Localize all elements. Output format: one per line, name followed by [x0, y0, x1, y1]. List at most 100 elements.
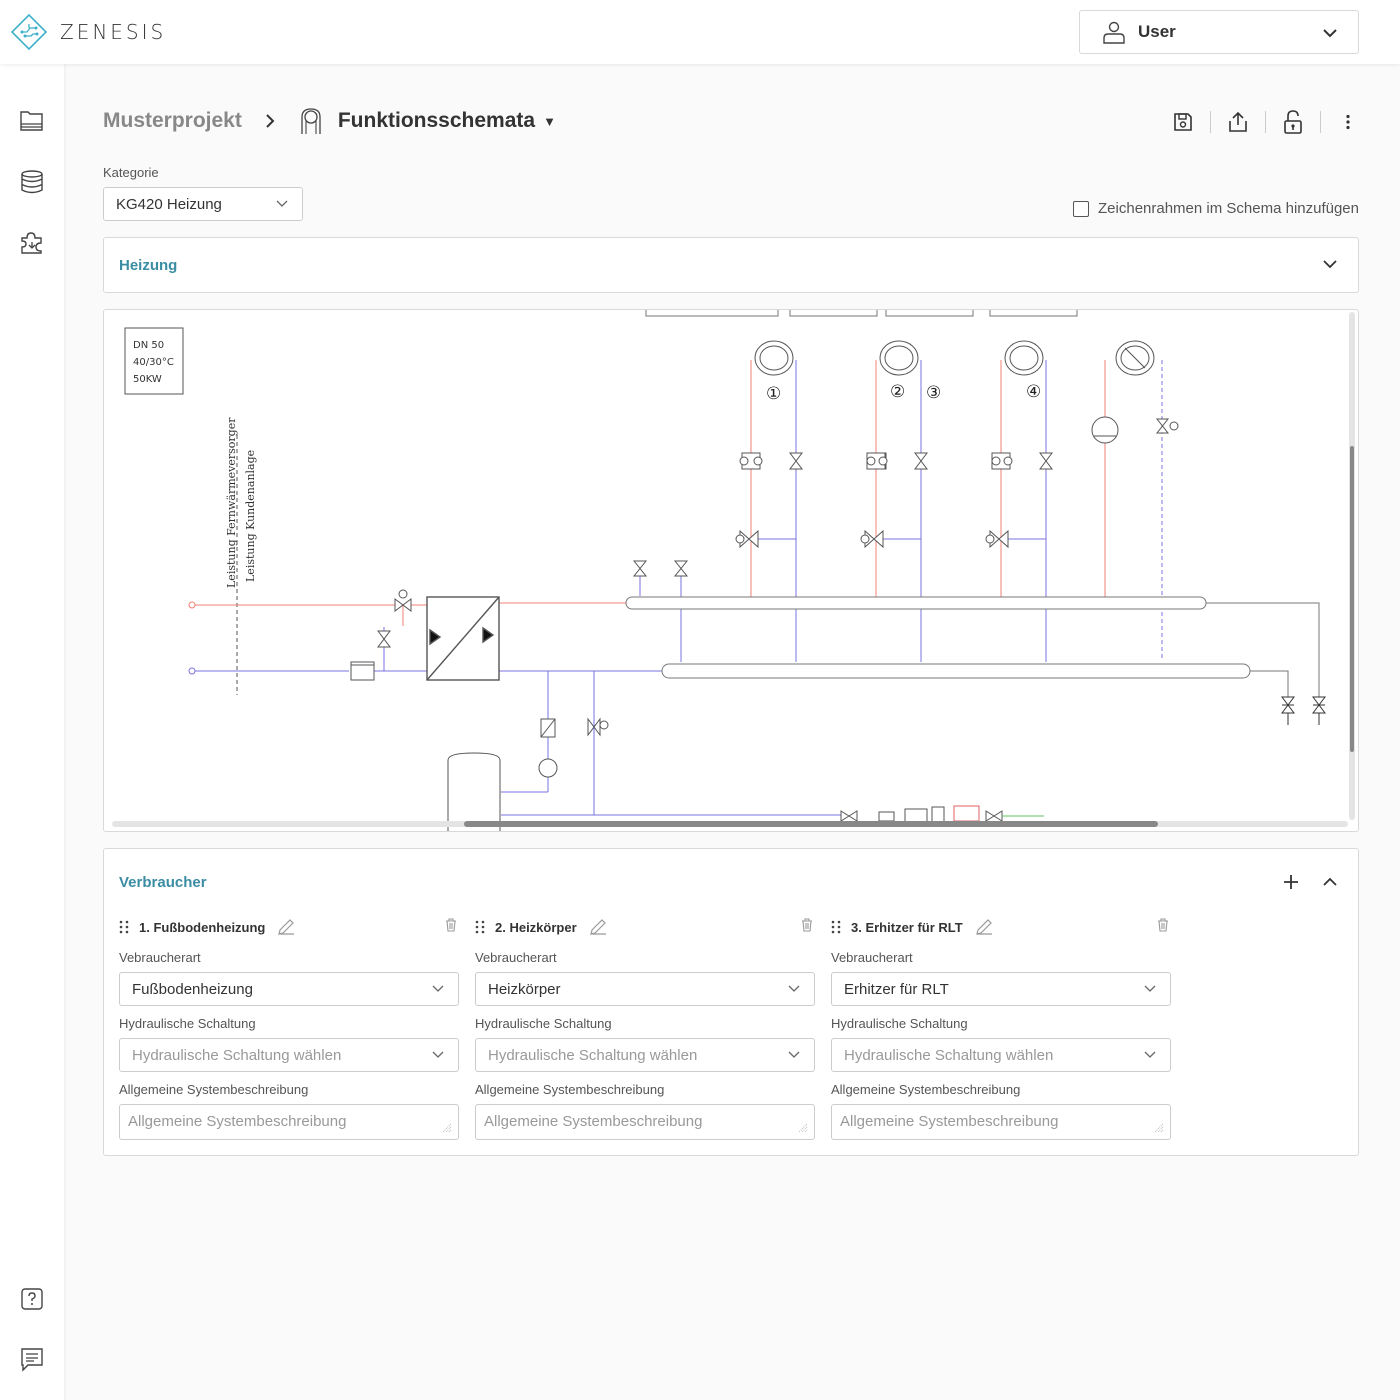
hydraulic-select[interactable]: Hydraulische Schaltung wählen	[831, 1038, 1171, 1072]
vertical-label: Leistung Fernwärmeversorger	[225, 417, 238, 588]
return-pipes	[192, 360, 1047, 816]
chevron-down-icon	[788, 1051, 800, 1058]
breadcrumb-current[interactable]: Funktionsschemata	[338, 109, 535, 133]
hydraulic-schema[interactable]: DN 50 40/30°C 50KW Leistung Fernwärmever…	[104, 310, 1359, 832]
consumer-type-select[interactable]: Erhitzer für RLT	[831, 972, 1171, 1006]
logo-icon	[10, 13, 48, 51]
hydraulic-select[interactable]: Hydraulische Schaltung wählen	[119, 1038, 459, 1072]
consumer-title: 3. Erhitzer für RLT	[851, 919, 963, 935]
circuit-number: ④	[1026, 382, 1041, 402]
consumer-type-value: Erhitzer für RLT	[844, 980, 949, 998]
description-textarea[interactable]: Allgemeine Systembeschreibung	[119, 1104, 459, 1140]
chevron-up-icon[interactable]	[1323, 877, 1337, 887]
description-placeholder: Allgemeine Systembeschreibung	[128, 1113, 347, 1130]
caret-down-icon[interactable]: ▼	[543, 114, 556, 129]
description-textarea[interactable]: Allgemeine Systembeschreibung	[831, 1104, 1171, 1140]
circuit-fittings	[735, 416, 1179, 549]
return-connection	[188, 667, 196, 675]
edit-icon[interactable]	[277, 918, 295, 936]
circuit-number: ③	[926, 383, 941, 403]
frame-checkbox-row[interactable]: Zeichenrahmen im Schema hinzufügen	[1073, 200, 1359, 217]
heizung-title: Heizung	[119, 257, 178, 274]
hydraulic-label: Hydraulische Schaltung	[831, 1016, 968, 1031]
trash-icon[interactable]	[1157, 918, 1169, 932]
frame-checkbox[interactable]	[1073, 200, 1090, 217]
chevron-down-icon[interactable]	[1323, 259, 1337, 269]
more-options-button[interactable]	[1336, 110, 1360, 134]
chevron-right-icon	[266, 114, 275, 128]
supply-pipes	[192, 360, 1106, 626]
drain-valves	[1281, 696, 1326, 725]
trash-icon[interactable]	[801, 918, 813, 932]
hydraulic-placeholder: Hydraulische Schaltung wählen	[844, 1046, 1054, 1064]
clipped-label-boxes	[645, 310, 1078, 317]
consumer-type-select[interactable]: Heizkörper	[475, 972, 815, 1006]
drag-handle-icon[interactable]	[475, 920, 485, 934]
save-button[interactable]	[1171, 110, 1195, 134]
brand-logo[interactable]: ZENESIS	[10, 13, 166, 51]
hydraulic-label: Hydraulische Schaltung	[475, 1016, 612, 1031]
drag-handle-icon[interactable]	[119, 920, 129, 934]
description-label: Allgemeine Systembeschreibung	[831, 1082, 1021, 1097]
chevron-down-icon	[1323, 29, 1337, 38]
chevron-down-icon	[432, 985, 444, 992]
description-textarea[interactable]: Allgemeine Systembeschreibung	[475, 1104, 815, 1140]
kategorie-select[interactable]: KG420 Heizung	[103, 187, 303, 221]
description-label: Allgemeine Systembeschreibung	[475, 1082, 665, 1097]
heizung-panel[interactable]: Heizung	[103, 237, 1359, 293]
folder-stack-icon[interactable]	[19, 108, 45, 134]
user-icon	[1103, 21, 1125, 44]
kategorie-value: KG420 Heizung	[116, 195, 222, 213]
breadcrumb: Musterprojekt Funktionsschemata ▼	[103, 106, 556, 136]
vent-valves	[632, 560, 689, 577]
schema-diagram[interactable]: DN 50 40/30°C 50KW Leistung Fernwärmever…	[103, 309, 1359, 832]
consumer-type-label: Vebraucherart	[119, 950, 201, 965]
resize-grip-icon[interactable]	[796, 1121, 808, 1133]
supply-connection	[188, 601, 196, 609]
chevron-down-icon	[1144, 1051, 1156, 1058]
description-label: Allgemeine Systembeschreibung	[119, 1082, 309, 1097]
toolbar-actions	[1171, 110, 1360, 134]
user-label: User	[1138, 22, 1176, 41]
kategorie-label: Kategorie	[103, 165, 159, 180]
toolbar-divider	[1265, 111, 1266, 133]
toolbar-divider	[1320, 111, 1321, 133]
chat-icon[interactable]	[19, 1346, 45, 1372]
circuit-number: ①	[766, 384, 781, 404]
lock-button[interactable]	[1281, 110, 1305, 134]
export-button[interactable]	[1226, 110, 1250, 134]
share-icon	[1229, 111, 1247, 132]
consumer-type-value: Fußbodenheizung	[132, 980, 253, 998]
save-icon	[1174, 113, 1192, 131]
circuit-number: ②	[890, 382, 905, 402]
edit-icon[interactable]	[589, 918, 607, 936]
vertical-scrollbar-thumb	[1350, 446, 1354, 752]
supply-distributor	[625, 596, 1320, 700]
consumer-title: 2. Heizkörper	[495, 919, 577, 935]
database-icon[interactable]	[19, 169, 45, 195]
verbraucher-title: Verbraucher	[119, 874, 207, 891]
return-distributor	[661, 663, 1289, 700]
drag-handle-icon[interactable]	[831, 920, 841, 934]
consumer-header: 1. Fußbodenheizung	[119, 915, 459, 939]
resize-grip-icon[interactable]	[440, 1121, 452, 1133]
top-bar: ZENESIS User	[0, 0, 1400, 64]
breadcrumb-parent[interactable]: Musterprojekt	[103, 109, 242, 133]
horizontal-scrollbar-thumb	[464, 821, 1158, 827]
consumer-type-value: Heizkörper	[488, 980, 561, 998]
frame-checkbox-label: Zeichenrahmen im Schema hinzufügen	[1098, 200, 1359, 217]
help-icon[interactable]	[19, 1286, 45, 1312]
puzzle-icon[interactable]	[19, 229, 45, 255]
trash-icon[interactable]	[445, 918, 457, 932]
brand-name: ZENESIS	[60, 20, 167, 44]
edit-icon[interactable]	[975, 918, 993, 936]
sidebar	[0, 64, 64, 1400]
hydraulic-select[interactable]: Hydraulische Schaltung wählen	[475, 1038, 815, 1072]
add-icon[interactable]	[1284, 875, 1298, 889]
chevron-down-icon	[1144, 985, 1156, 992]
consumer-header: 2. Heizkörper	[475, 915, 815, 939]
chevron-down-icon	[276, 200, 288, 207]
consumer-type-select[interactable]: Fußbodenheizung	[119, 972, 459, 1006]
user-menu[interactable]: User	[1079, 10, 1359, 54]
resize-grip-icon[interactable]	[1152, 1121, 1164, 1133]
